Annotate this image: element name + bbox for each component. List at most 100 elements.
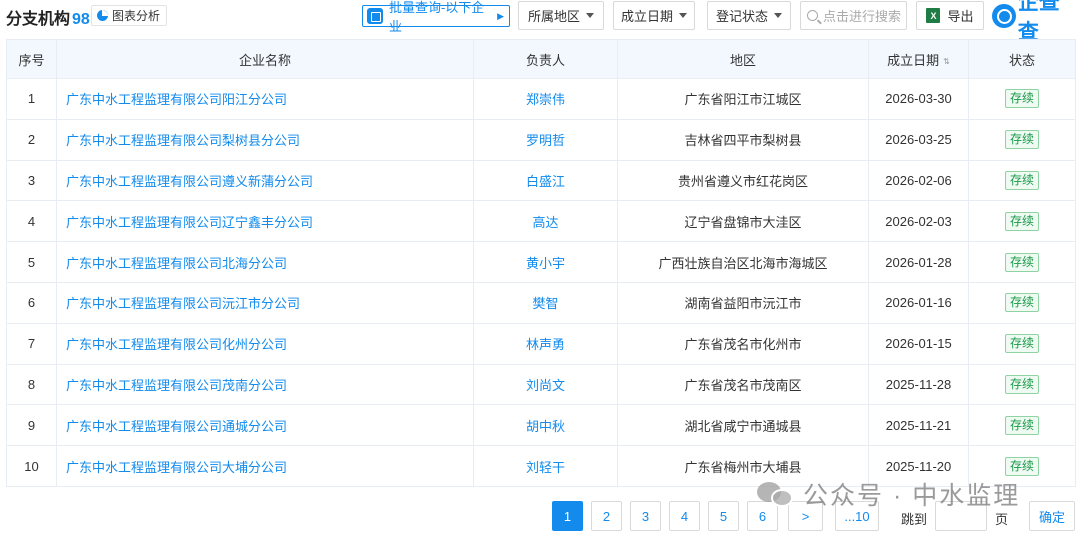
person-in-charge-link[interactable]: 刘轻干 bbox=[473, 445, 618, 487]
toolbar: 分支机构 98 图表分析 批量查询-以下企业 ▶ 所属地区 成立日期 登记状态 点… bbox=[0, 0, 1080, 44]
play-arrow-icon: ▶ bbox=[497, 10, 504, 21]
company-name-link[interactable]: 广东中水工程监理有限公司北海分公司 bbox=[56, 241, 474, 283]
status-badge: 存续 bbox=[1004, 415, 1039, 435]
status-cell: 存续 bbox=[968, 200, 1076, 243]
region-cell: 吉林省四平市梨树县 bbox=[617, 118, 869, 161]
qcc-logo-icon bbox=[992, 4, 1016, 28]
col-header-person: 负责人 bbox=[473, 39, 618, 79]
status-cell: 存续 bbox=[968, 159, 1076, 202]
region-cell: 贵州省遵义市红花岗区 bbox=[617, 159, 869, 202]
table-row: 1 广东中水工程监理有限公司阳江分公司 郑崇伟 广东省阳江市江城区 2026-03-30… bbox=[6, 78, 1076, 120]
batch-query-icon bbox=[367, 8, 383, 24]
person-in-charge-link[interactable]: 罗明哲 bbox=[473, 118, 618, 161]
row-index: 5 bbox=[6, 241, 57, 283]
export-button[interactable]: X 导出 bbox=[916, 1, 984, 30]
established-date-cell: 2026-02-03 bbox=[868, 200, 969, 243]
company-name-link[interactable]: 广东中水工程监理有限公司大埔分公司 bbox=[56, 445, 474, 487]
table-row: 6 广东中水工程监理有限公司沅江市分公司 樊智 湖南省益阳市沅江市 2026-01-16… bbox=[6, 281, 1076, 324]
status-badge: 存续 bbox=[1004, 374, 1039, 394]
page-button-2[interactable]: 2 bbox=[591, 501, 622, 531]
status-badge: 存续 bbox=[1004, 252, 1039, 272]
table-row: 3 广东中水工程监理有限公司遵义新蒲分公司 白盛江 贵州省遵义市红花岗区 2026-02… bbox=[6, 159, 1076, 202]
excel-icon: X bbox=[926, 8, 941, 23]
search-placeholder: 点击进行搜索 bbox=[823, 9, 902, 24]
brand-logo: 企查查 bbox=[992, 0, 1080, 44]
chart-analysis-button[interactable]: 图表分析 bbox=[91, 5, 168, 26]
region-filter-dropdown[interactable]: 所属地区 bbox=[518, 1, 604, 30]
established-date-cell: 2026-02-06 bbox=[868, 159, 969, 202]
page-button-4[interactable]: 4 bbox=[669, 501, 700, 531]
title-text: 分支机构 bbox=[6, 11, 71, 28]
company-name-link[interactable]: 广东中水工程监理有限公司沅江市分公司 bbox=[56, 281, 474, 324]
col-header-name: 企业名称 bbox=[56, 39, 474, 79]
wechat-icon bbox=[757, 480, 795, 508]
search-input[interactable]: 点击进行搜索 bbox=[800, 1, 907, 30]
row-index: 9 bbox=[6, 404, 57, 447]
established-date-cell: 2026-03-30 bbox=[868, 78, 969, 120]
status-cell: 存续 bbox=[968, 322, 1076, 365]
row-index: 2 bbox=[6, 118, 57, 161]
person-in-charge-link[interactable]: 林声勇 bbox=[473, 322, 618, 365]
company-name-link[interactable]: 广东中水工程监理有限公司遵义新蒲分公司 bbox=[56, 159, 474, 202]
export-label: 导出 bbox=[947, 9, 974, 24]
person-in-charge-link[interactable]: 刘尚文 bbox=[473, 363, 618, 406]
established-date-cell: 2026-03-25 bbox=[868, 118, 969, 161]
person-in-charge-link[interactable]: 高达 bbox=[473, 200, 618, 243]
col-header-region: 地区 bbox=[617, 39, 869, 79]
status-filter-label: 登记状态 bbox=[715, 9, 768, 24]
company-name-link[interactable]: 广东中水工程监理有限公司梨树县分公司 bbox=[56, 118, 474, 161]
watermark-text: 公众号 · 中水监理 bbox=[803, 482, 1021, 510]
established-date-cell: 2025-11-21 bbox=[868, 404, 969, 447]
person-in-charge-link[interactable]: 郑崇伟 bbox=[473, 78, 618, 120]
established-date-cell: 2026-01-15 bbox=[868, 322, 969, 365]
branch-count: 98 bbox=[72, 11, 90, 28]
company-name-link[interactable]: 广东中水工程监理有限公司茂南分公司 bbox=[56, 363, 474, 406]
person-in-charge-link[interactable]: 白盛江 bbox=[473, 159, 618, 202]
page-button-5[interactable]: 5 bbox=[708, 501, 739, 531]
sort-icon[interactable]: ⇅ bbox=[943, 57, 950, 66]
batch-query-button[interactable]: 批量查询-以下企业 ▶ bbox=[362, 0, 510, 34]
status-badge: 存续 bbox=[1004, 89, 1039, 109]
page-button-1[interactable]: 1 bbox=[552, 501, 583, 531]
status-badge: 存续 bbox=[1004, 170, 1039, 190]
chart-button-label: 图表分析 bbox=[112, 9, 161, 23]
person-in-charge-link[interactable]: 黄小宇 bbox=[473, 241, 618, 283]
page-button-3[interactable]: 3 bbox=[630, 501, 661, 531]
caret-down-icon bbox=[586, 13, 594, 18]
region-filter-label: 所属地区 bbox=[527, 9, 580, 24]
region-cell: 广东省茂名市茂南区 bbox=[617, 363, 869, 406]
status-cell: 存续 bbox=[968, 241, 1076, 283]
table-row: 2 广东中水工程监理有限公司梨树县分公司 罗明哲 吉林省四平市梨树县 2026-03-2… bbox=[6, 118, 1076, 161]
date-filter-dropdown[interactable]: 成立日期 bbox=[613, 1, 695, 30]
status-badge: 存续 bbox=[1004, 456, 1039, 476]
status-cell: 存续 bbox=[968, 118, 1076, 161]
row-index: 10 bbox=[6, 445, 57, 487]
region-cell: 广西壮族自治区北海市海城区 bbox=[617, 241, 869, 283]
table-row: 8 广东中水工程监理有限公司茂南分公司 刘尚文 广东省茂名市茂南区 2025-11-28… bbox=[6, 363, 1076, 406]
batch-button-label: 批量查询-以下企业 bbox=[388, 0, 485, 34]
confirm-jump-button[interactable]: 确定 bbox=[1029, 501, 1075, 531]
table-row: 9 广东中水工程监理有限公司通城分公司 胡中秋 湖北省咸宁市通城县 2025-11-21… bbox=[6, 404, 1076, 447]
col-header-date[interactable]: 成立日期 ⇅ bbox=[868, 39, 969, 79]
table-row: 4 广东中水工程监理有限公司辽宁鑫丰分公司 高达 辽宁省盘锦市大洼区 2026-02-0… bbox=[6, 200, 1076, 243]
company-name-link[interactable]: 广东中水工程监理有限公司化州分公司 bbox=[56, 322, 474, 365]
date-header-label: 成立日期 bbox=[887, 52, 940, 68]
row-index: 3 bbox=[6, 159, 57, 202]
wechat-watermark: 公众号 · 中水监理 bbox=[757, 476, 1020, 512]
company-name-link[interactable]: 广东中水工程监理有限公司辽宁鑫丰分公司 bbox=[56, 200, 474, 243]
company-name-link[interactable]: 广东中水工程监理有限公司通城分公司 bbox=[56, 404, 474, 447]
status-badge: 存续 bbox=[1004, 334, 1039, 354]
section-title: 分支机构 98 bbox=[6, 5, 90, 29]
caret-down-icon bbox=[774, 13, 782, 18]
region-cell: 湖南省益阳市沅江市 bbox=[617, 281, 869, 324]
status-filter-dropdown[interactable]: 登记状态 bbox=[707, 1, 791, 30]
branch-table: 序号 企业名称 负责人 地区 成立日期 ⇅ 状态 1 广东中水工程监理有限公司阳江分… bbox=[6, 39, 1076, 487]
company-name-link[interactable]: 广东中水工程监理有限公司阳江分公司 bbox=[56, 78, 474, 120]
status-cell: 存续 bbox=[968, 78, 1076, 120]
row-index: 4 bbox=[6, 200, 57, 243]
region-cell: 辽宁省盘锦市大洼区 bbox=[617, 200, 869, 243]
person-in-charge-link[interactable]: 樊智 bbox=[473, 281, 618, 324]
region-cell: 湖北省咸宁市通城县 bbox=[617, 404, 869, 447]
row-index: 1 bbox=[6, 78, 57, 120]
person-in-charge-link[interactable]: 胡中秋 bbox=[473, 404, 618, 447]
